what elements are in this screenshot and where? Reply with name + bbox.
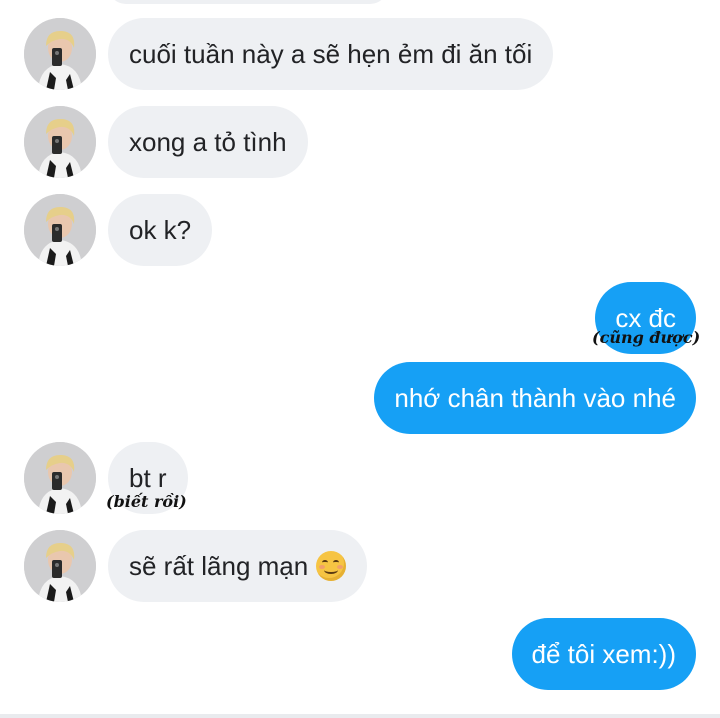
avatar-photo-icon xyxy=(24,18,96,90)
emoji-blush xyxy=(319,565,326,569)
avatar-photo-icon xyxy=(24,106,96,178)
message-text: để tôi xem:)) xyxy=(531,639,677,669)
incoming-message-bubble[interactable]: ok k? xyxy=(108,194,213,266)
outgoing-message-bubble[interactable]: để tôi xem:)) xyxy=(511,618,696,690)
outgoing-message-bubble[interactable]: nhớ chân thành vào nhé xyxy=(374,362,696,434)
translation-annotation: (biết rồi) xyxy=(106,492,187,511)
message-text: sẽ rất lãng mạn xyxy=(129,551,309,581)
previous-message-bubble xyxy=(108,0,388,4)
message-text: bt r xyxy=(129,463,167,493)
avatar[interactable] xyxy=(24,442,96,514)
avatar[interactable] xyxy=(24,18,96,90)
message-text: ok k? xyxy=(129,215,192,245)
incoming-message-bubble[interactable]: xong a tỏ tình xyxy=(108,106,308,178)
avatar-photo-icon xyxy=(24,194,96,266)
incoming-message-bubble[interactable]: sẽ rất lãng mạn xyxy=(108,530,368,602)
avatar[interactable] xyxy=(24,106,96,178)
divider xyxy=(0,714,720,718)
avatar[interactable] xyxy=(24,194,96,266)
message-text: nhớ chân thành vào nhé xyxy=(394,383,676,413)
avatar-photo-icon xyxy=(24,442,96,514)
smiling-face-emoji-icon xyxy=(316,551,347,581)
message-text: cuối tuần này a sẽ hẹn ẻm đi ăn tối xyxy=(129,39,533,69)
avatar-photo-icon xyxy=(24,530,96,602)
incoming-message-bubble[interactable]: cuối tuần này a sẽ hẹn ẻm đi ăn tối xyxy=(108,18,554,90)
message-text: xong a tỏ tình xyxy=(129,127,287,157)
emoji-blush xyxy=(337,565,344,569)
translation-annotation: (cũng được) xyxy=(592,328,701,347)
avatar[interactable] xyxy=(24,530,96,602)
